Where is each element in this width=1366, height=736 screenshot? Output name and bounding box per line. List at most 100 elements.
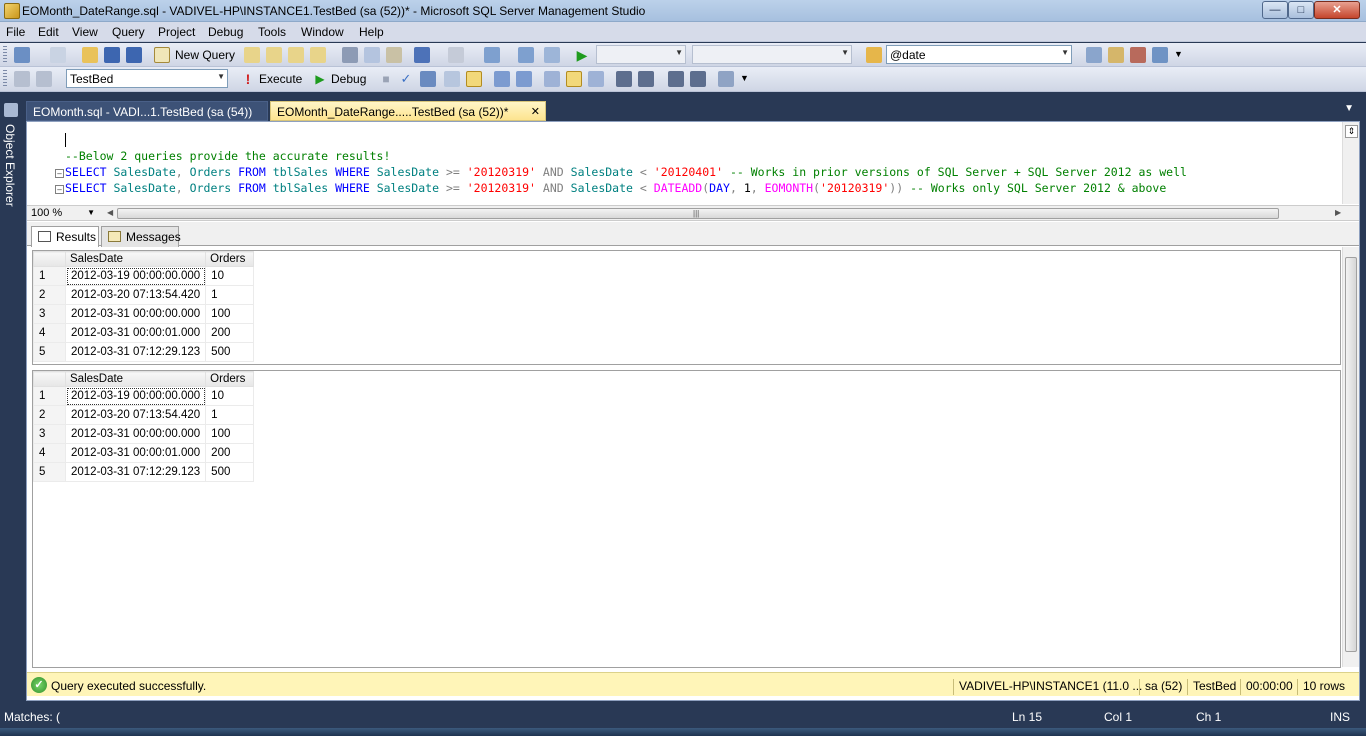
start-debugging-icon[interactable]: ▶ (574, 47, 590, 63)
dmx-query-icon[interactable] (288, 47, 304, 63)
tab-eomonth-sql[interactable]: EOMonth.sql - VADI...1.TestBed (sa (54)) (26, 101, 268, 121)
display-estimated-plan-icon[interactable] (420, 71, 436, 87)
cell-orders[interactable]: 10 (205, 386, 255, 406)
database-engine-query-icon[interactable] (244, 47, 260, 63)
cell-orders[interactable]: 1 (205, 285, 255, 305)
solution-explorer-icon[interactable] (1086, 47, 1102, 63)
cell-salesdate[interactable]: 2012-03-31 00:00:00.000 (64, 304, 207, 324)
tab-list-chevron-icon[interactable]: ▼ (1344, 103, 1354, 114)
cell-orders[interactable]: 500 (205, 342, 255, 362)
table-row[interactable]: 3 2012-03-31 00:00:00.000 100 (33, 304, 255, 324)
row-number[interactable]: 4 (33, 323, 66, 343)
client-statistics-icon[interactable] (516, 71, 532, 87)
save-icon[interactable] (104, 47, 120, 63)
cut-icon[interactable] (342, 47, 358, 63)
redo-icon[interactable] (448, 47, 464, 63)
row-number[interactable]: 2 (33, 285, 66, 305)
row-number[interactable]: 5 (33, 462, 66, 482)
include-actual-plan-icon[interactable] (494, 71, 510, 87)
paste-icon[interactable] (386, 47, 402, 63)
scroll-right-icon[interactable]: ▶ (1335, 208, 1341, 217)
row-number[interactable]: 4 (33, 443, 66, 463)
table-row[interactable]: 2 2012-03-20 07:13:54.420 1 (33, 405, 255, 425)
menu-help[interactable]: Help (359, 25, 384, 39)
table-row[interactable]: 3 2012-03-31 00:00:00.000 100 (33, 424, 255, 444)
toolbar-grip[interactable] (3, 70, 7, 88)
tab-eomonth-daterange-sql[interactable]: EOMonth_DateRange.....TestBed (sa (52))*… (270, 101, 546, 121)
zoom-combo[interactable]: 100 % ▼ (29, 206, 99, 221)
table-row[interactable]: 1 2012-03-19 00:00:00.000 10 (33, 266, 255, 286)
close-window-button[interactable]: ✕ (1314, 1, 1360, 19)
cancel-query-icon[interactable]: ■ (378, 71, 394, 87)
table-row[interactable]: 4 2012-03-31 00:00:01.000 200 (33, 443, 255, 463)
object-explorer-label[interactable]: Object Explorer (3, 124, 17, 207)
vertical-scroll-thumb[interactable] (1345, 257, 1357, 652)
cell-orders[interactable]: 100 (205, 424, 255, 444)
xmla-query-icon[interactable] (310, 47, 326, 63)
tab-messages[interactable]: Messages (101, 226, 181, 247)
toolbox-icon[interactable] (1130, 47, 1146, 63)
row-number[interactable]: 1 (33, 386, 66, 406)
close-tab-icon[interactable]: ✕ (531, 105, 540, 118)
column-header-orders[interactable]: Orders (205, 371, 255, 387)
available-databases-combo[interactable]: TestBed ▼ (66, 69, 228, 88)
find-combo[interactable]: @date ▼ (886, 45, 1072, 64)
menu-view[interactable]: View (72, 25, 98, 39)
results-to-grid-icon[interactable] (566, 71, 582, 87)
solution-config-combo[interactable]: ▼ (596, 45, 686, 64)
row-header-corner[interactable] (33, 371, 66, 387)
find-in-files-icon[interactable] (866, 47, 882, 63)
cell-salesdate[interactable]: 2012-03-31 00:00:01.000 (64, 443, 207, 463)
results-vertical-scrollbar[interactable] (1342, 247, 1359, 667)
table-row[interactable]: 5 2012-03-31 07:12:29.123 500 (33, 462, 255, 482)
parse-icon[interactable]: ✓ (398, 71, 414, 87)
cell-salesdate[interactable]: 2012-03-31 00:00:00.000 (64, 424, 207, 444)
debug-button[interactable]: Debug (331, 72, 366, 86)
pin-icon[interactable] (4, 103, 18, 117)
results-to-file-icon[interactable] (588, 71, 604, 87)
cell-orders[interactable]: 200 (205, 323, 255, 343)
navigate-backward-icon[interactable] (484, 47, 500, 63)
column-header-salesdate[interactable]: SalesDate (64, 251, 207, 267)
cell-salesdate[interactable]: 2012-03-20 07:13:54.420 (64, 285, 207, 305)
cell-orders[interactable]: 200 (205, 443, 255, 463)
minimize-button[interactable]: — (1262, 1, 1288, 19)
sql-editor[interactable]: --Below 2 queries provide the accurate r… (27, 122, 1359, 204)
connect-icon[interactable] (14, 71, 30, 87)
cell-salesdate[interactable]: 2012-03-20 07:13:54.420 (64, 405, 207, 425)
add-item-icon[interactable] (50, 47, 66, 63)
query-options-icon[interactable] (444, 71, 460, 87)
results-grid-1[interactable]: SalesDate Orders 1 2012-03-19 00:00:00.00… (32, 250, 1341, 365)
change-connection-icon[interactable] (36, 71, 52, 87)
menu-edit[interactable]: Edit (38, 25, 59, 39)
save-all-icon[interactable] (126, 47, 142, 63)
cell-salesdate[interactable]: 2012-03-19 00:00:00.000 (64, 386, 207, 406)
undo-icon[interactable] (414, 47, 430, 63)
cell-orders[interactable]: 10 (205, 266, 255, 286)
intellisense-icon[interactable] (466, 71, 482, 87)
increase-indent-icon[interactable] (690, 71, 706, 87)
uncomment-icon[interactable] (638, 71, 654, 87)
scroll-left-icon[interactable]: ◀ (107, 208, 113, 217)
table-row[interactable]: 5 2012-03-31 07:12:29.123 500 (33, 342, 255, 362)
debug-icon[interactable]: ▶ (312, 71, 328, 87)
new-query-button[interactable]: New Query (175, 48, 235, 62)
collapse-icon[interactable]: – (55, 169, 64, 178)
collapse-icon[interactable]: – (55, 185, 64, 194)
execute-button[interactable]: Execute (259, 72, 302, 86)
split-handle-icon[interactable]: ⇕ (1345, 125, 1358, 138)
open-file-icon[interactable] (82, 47, 98, 63)
cell-orders[interactable]: 500 (205, 462, 255, 482)
row-number[interactable]: 3 (33, 304, 66, 324)
column-header-orders[interactable]: Orders (205, 251, 255, 267)
start-page-icon[interactable] (1152, 47, 1168, 63)
toolbar-grip[interactable] (3, 46, 7, 64)
properties-icon[interactable] (1108, 47, 1124, 63)
cell-salesdate[interactable]: 2012-03-31 07:12:29.123 (64, 342, 207, 362)
navigate-forward-icon[interactable] (518, 47, 534, 63)
new-query-icon[interactable] (154, 47, 170, 63)
menu-file[interactable]: File (6, 25, 25, 39)
solution-configurations-icon[interactable] (544, 47, 560, 63)
copy-icon[interactable] (364, 47, 380, 63)
toolbar-options-chevron-icon[interactable]: ▼ (740, 73, 749, 83)
